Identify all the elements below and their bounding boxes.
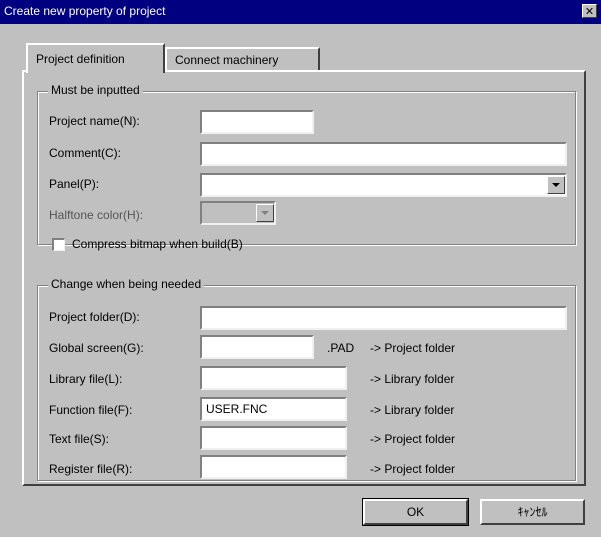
library-file-destination: -> Library folder <box>370 372 455 386</box>
panel-label: Panel(P): <box>49 177 100 191</box>
function-file-input[interactable]: USER.FNC <box>200 397 347 421</box>
ok-button[interactable]: OK <box>362 498 469 526</box>
text-file-input[interactable] <box>200 426 347 450</box>
text-file-destination: -> Project folder <box>370 432 456 446</box>
cancel-button[interactable]: ｷｬﾝｾﾙ <box>480 499 585 525</box>
global-screen-label: Global screen(G): <box>49 341 144 355</box>
function-file-label: Function file(F): <box>49 403 133 417</box>
project-folder-label: Project folder(D): <box>49 310 140 324</box>
tab-project-definition[interactable]: Project definition <box>26 43 165 73</box>
project-name-input[interactable] <box>200 110 314 134</box>
project-name-label: Project name(N): <box>49 114 140 128</box>
comment-label: Comment(C): <box>49 146 122 160</box>
text-file-label: Text file(S): <box>49 432 110 446</box>
pad-extension: .PAD <box>327 341 355 355</box>
register-file-input[interactable] <box>200 455 347 479</box>
compress-checkbox[interactable] <box>52 238 65 251</box>
library-file-label: Library file(L): <box>49 372 123 386</box>
global-screen-destination: -> Project folder <box>370 341 456 355</box>
chevron-down-icon[interactable] <box>547 176 565 194</box>
chevron-down-icon[interactable] <box>256 204 274 222</box>
register-file-destination: -> Project folder <box>370 462 456 476</box>
title-bar[interactable]: Create new property of project ✕ <box>0 0 601 24</box>
comment-input[interactable] <box>200 142 567 166</box>
halftone-label: Halftone color(H): <box>49 208 144 222</box>
dialog-window: Create new property of project ✕ Project… <box>0 0 601 537</box>
library-file-input[interactable] <box>200 366 347 390</box>
function-file-destination: -> Library folder <box>370 403 455 417</box>
global-screen-input[interactable] <box>200 335 314 359</box>
group-legend: Change when being needed <box>48 277 205 291</box>
dialog-title: Create new property of project <box>4 4 166 18</box>
close-icon[interactable]: ✕ <box>582 4 597 18</box>
register-file-label: Register file(R): <box>49 462 133 476</box>
tab-connect-machinery[interactable]: Connect machinery <box>165 47 320 71</box>
project-folder-input[interactable] <box>200 306 567 330</box>
panel-select[interactable] <box>200 173 567 197</box>
group-legend: Must be inputted <box>48 83 143 97</box>
compress-label: Compress bitmap when build(B) <box>72 237 243 251</box>
